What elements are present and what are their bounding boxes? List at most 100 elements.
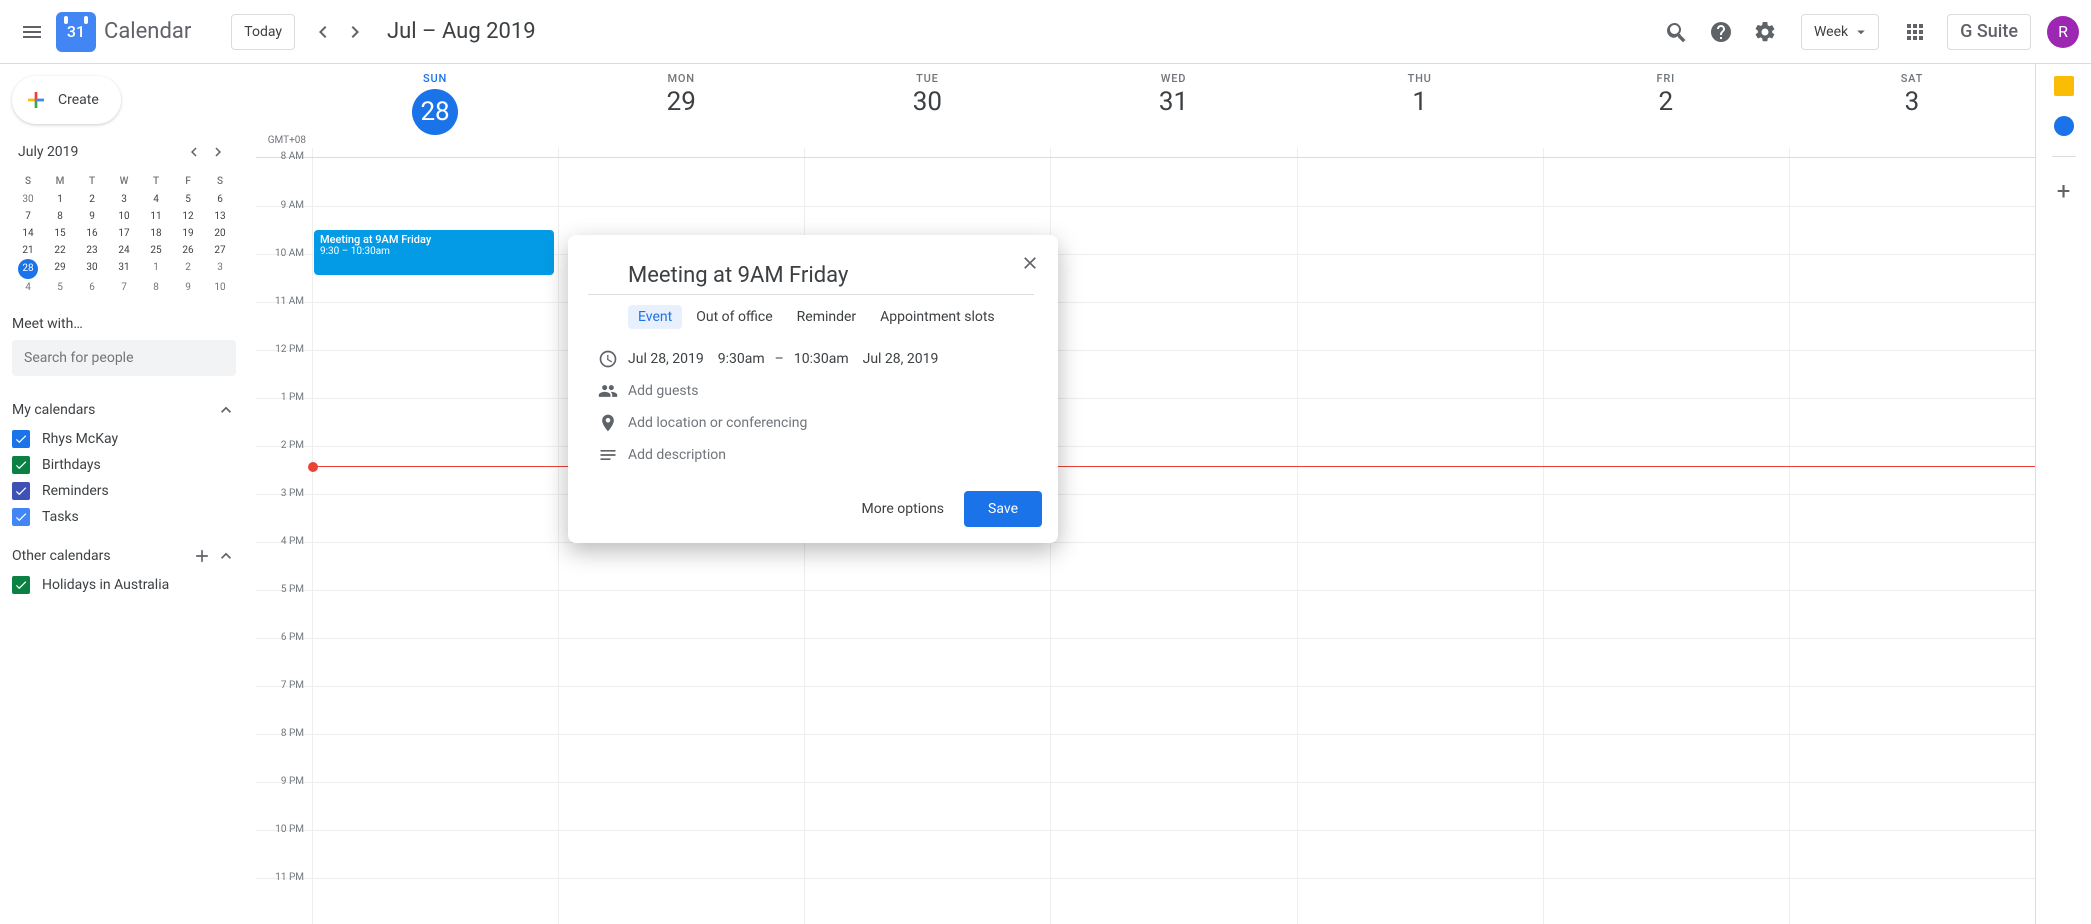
mini-day[interactable]: 30	[12, 191, 44, 208]
time-cell[interactable]	[1297, 687, 1543, 734]
time-cell[interactable]	[312, 735, 558, 782]
add-calendar-icon[interactable]	[192, 546, 212, 566]
time-cell[interactable]	[312, 351, 558, 398]
mini-day[interactable]: 4	[12, 279, 44, 296]
mini-day[interactable]: 3	[204, 259, 236, 279]
time-cell[interactable]	[1789, 543, 2035, 590]
time-cell[interactable]	[804, 735, 1050, 782]
mini-day[interactable]: 10	[204, 279, 236, 296]
time-cell[interactable]	[1543, 687, 1789, 734]
time-cell[interactable]	[1543, 831, 1789, 878]
mini-day[interactable]: 8	[44, 208, 76, 225]
time-cell[interactable]	[558, 543, 804, 590]
search-people-input[interactable]	[12, 340, 236, 376]
mini-day[interactable]: 22	[44, 242, 76, 259]
tasks-icon[interactable]	[2054, 116, 2074, 136]
mini-day[interactable]: 25	[140, 242, 172, 259]
time-cell[interactable]	[804, 783, 1050, 830]
time-cell[interactable]	[1297, 399, 1543, 446]
prev-week-button[interactable]	[307, 16, 339, 48]
keep-icon[interactable]	[2054, 76, 2074, 96]
day-header[interactable]: FRI2	[1543, 64, 1789, 148]
time-cell[interactable]	[558, 639, 804, 686]
time-cell[interactable]	[1789, 255, 2035, 302]
mini-day[interactable]: 28	[18, 259, 38, 279]
time-cell[interactable]	[1543, 158, 1789, 206]
time-cell[interactable]	[312, 783, 558, 830]
time-cell[interactable]	[1297, 735, 1543, 782]
time-cell[interactable]	[1543, 783, 1789, 830]
support-button[interactable]	[1701, 12, 1741, 52]
create-button[interactable]: Create	[12, 76, 121, 124]
mini-day[interactable]: 19	[172, 225, 204, 242]
day-header[interactable]: TUE30	[804, 64, 1050, 148]
calendar-item[interactable]: Birthdays	[12, 452, 236, 478]
mini-day[interactable]: 14	[12, 225, 44, 242]
mini-day[interactable]: 17	[108, 225, 140, 242]
time-cell[interactable]	[1543, 543, 1789, 590]
mini-prev-month[interactable]	[182, 140, 206, 164]
time-cell[interactable]	[1050, 495, 1296, 542]
time-cell[interactable]	[1297, 447, 1543, 494]
mini-day[interactable]: 2	[76, 191, 108, 208]
logo[interactable]: 31 Calendar	[56, 12, 191, 52]
other-calendars-toggle[interactable]: Other calendars	[12, 546, 236, 566]
end-time[interactable]: 10:30am	[794, 351, 849, 367]
time-cell[interactable]	[1789, 351, 2035, 398]
mini-day[interactable]: 30	[76, 259, 108, 279]
mini-day[interactable]: 4	[140, 191, 172, 208]
mini-day[interactable]: 12	[172, 208, 204, 225]
time-cell[interactable]	[1297, 783, 1543, 830]
time-cell[interactable]	[1050, 351, 1296, 398]
time-cell[interactable]	[558, 879, 804, 924]
mini-day[interactable]: 2	[172, 259, 204, 279]
time-cell[interactable]	[1050, 735, 1296, 782]
time-cell[interactable]	[1050, 399, 1296, 446]
mini-day[interactable]: 23	[76, 242, 108, 259]
calendar-checkbox[interactable]	[12, 482, 30, 500]
day-header[interactable]: SUN28	[312, 64, 558, 148]
mini-day[interactable]: 3	[108, 191, 140, 208]
time-cell[interactable]	[1543, 639, 1789, 686]
time-cell[interactable]	[1050, 831, 1296, 878]
time-cell[interactable]	[1050, 255, 1296, 302]
start-date[interactable]: Jul 28, 2019	[628, 351, 704, 367]
mini-day[interactable]: 16	[76, 225, 108, 242]
calendar-checkbox[interactable]	[12, 456, 30, 474]
mini-day[interactable]: 9	[172, 279, 204, 296]
mini-day[interactable]: 13	[204, 208, 236, 225]
mini-day[interactable]: 7	[12, 208, 44, 225]
time-cell[interactable]	[1297, 591, 1543, 638]
time-cell[interactable]	[312, 303, 558, 350]
time-cell[interactable]	[1297, 303, 1543, 350]
day-header[interactable]: WED31	[1050, 64, 1296, 148]
mini-day[interactable]: 10	[108, 208, 140, 225]
time-cell[interactable]	[1050, 687, 1296, 734]
popup-tab[interactable]: Appointment slots	[870, 305, 1004, 329]
time-cell[interactable]	[804, 591, 1050, 638]
mini-day[interactable]: 27	[204, 242, 236, 259]
mini-day[interactable]: 20	[204, 225, 236, 242]
day-header[interactable]: MON29	[558, 64, 804, 148]
more-options-button[interactable]: More options	[862, 501, 945, 517]
time-cell[interactable]	[312, 639, 558, 686]
time-cell[interactable]	[1543, 303, 1789, 350]
time-cell[interactable]	[312, 591, 558, 638]
mini-day[interactable]: 1	[140, 259, 172, 279]
save-button[interactable]: Save	[964, 491, 1042, 527]
time-cell[interactable]	[558, 831, 804, 878]
time-cell[interactable]	[1543, 351, 1789, 398]
time-cell[interactable]	[1297, 207, 1543, 254]
time-cell[interactable]	[1789, 495, 2035, 542]
apps-button[interactable]	[1895, 12, 1935, 52]
time-cell[interactable]	[1050, 591, 1296, 638]
time-cell[interactable]	[558, 158, 804, 206]
time-cell[interactable]	[1297, 351, 1543, 398]
time-cell[interactable]	[312, 879, 558, 924]
mini-day[interactable]: 11	[140, 208, 172, 225]
today-button[interactable]: Today	[231, 14, 295, 50]
event-block[interactable]: Meeting at 9AM Friday 9:30 – 10:30am	[314, 230, 554, 275]
mini-day[interactable]: 29	[44, 259, 76, 279]
time-cell[interactable]	[1297, 158, 1543, 206]
mini-day[interactable]: 6	[76, 279, 108, 296]
